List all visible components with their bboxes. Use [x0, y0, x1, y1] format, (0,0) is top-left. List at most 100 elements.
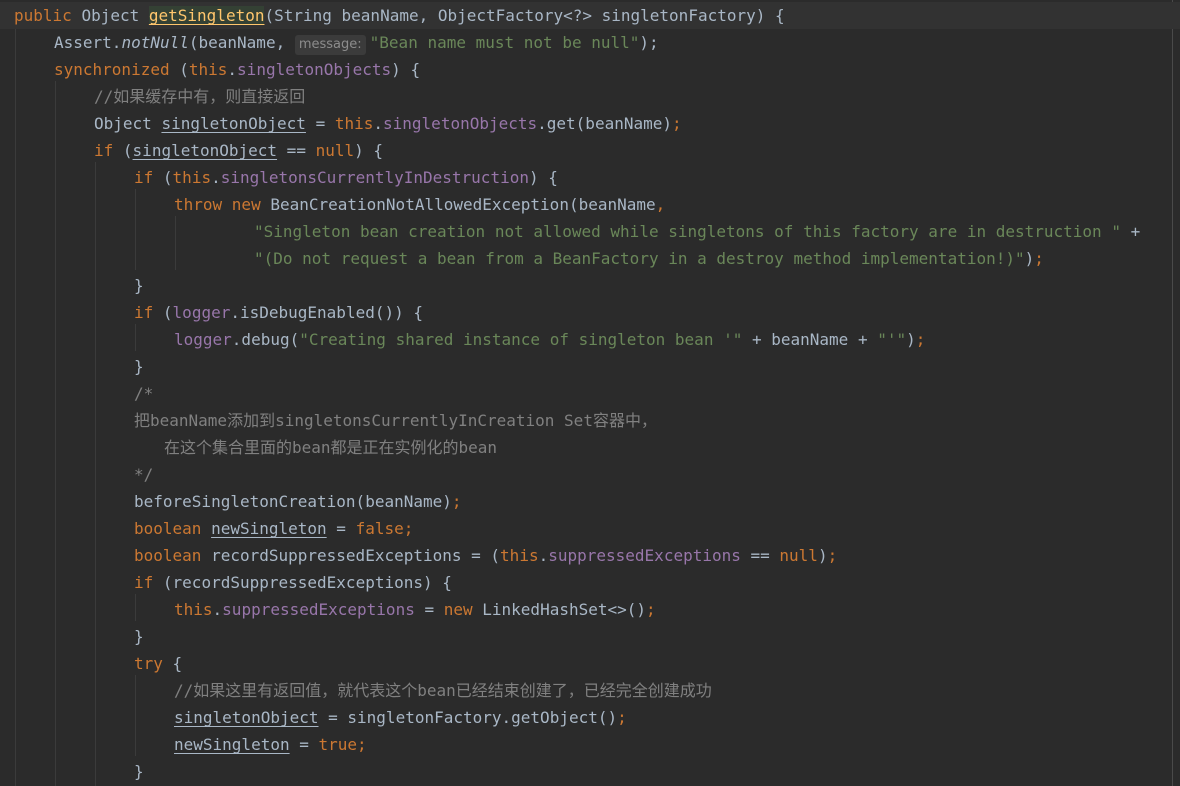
code-line[interactable]: singletonObject = singletonFactory.getOb…	[174, 704, 627, 731]
code-comment-line[interactable]: //如果缓存中有，则直接返回	[94, 83, 305, 110]
code-token: public	[14, 6, 82, 25]
code-token: Object	[94, 114, 162, 133]
code-token: =	[414, 600, 444, 619]
code-line[interactable]: boolean newSingleton = false;	[134, 515, 413, 542]
code-token: //如果缓存中有，则直接返回	[94, 87, 306, 106]
code-token: /*	[134, 384, 154, 403]
code-token: boolean	[134, 546, 212, 565]
indent-guide	[135, 675, 136, 756]
code-token: suppressedExceptions	[222, 600, 415, 619]
code-token: if	[94, 141, 123, 160]
code-line[interactable]: }	[134, 758, 144, 785]
code-token: .	[211, 168, 221, 187]
code-token: throw	[174, 195, 232, 214]
code-token: notNull	[121, 33, 189, 52]
code-token: singletonObject	[161, 114, 306, 133]
code-token: ;	[672, 114, 682, 133]
code-line[interactable]: throw new BeanCreationNotAllowedExceptio…	[174, 191, 665, 218]
code-token: (	[179, 60, 189, 79]
code-token: newSingleton	[211, 519, 327, 538]
code-token: (String beanName, ObjectFactory<?> singl…	[264, 6, 785, 25]
code-token: ;	[1034, 249, 1044, 268]
code-line[interactable]: "(Do not request a bean from a BeanFacto…	[254, 245, 1044, 272]
indent-guide	[135, 324, 136, 351]
code-token: .	[538, 546, 549, 565]
code-token: getSingleton	[148, 6, 265, 25]
code-token: ,	[655, 195, 666, 214]
code-token: }	[134, 276, 144, 295]
code-token: true	[318, 735, 358, 754]
code-line[interactable]: logger.debug("Creating shared instance o…	[174, 326, 925, 353]
code-token: false	[355, 519, 404, 538]
code-line[interactable]: }	[134, 272, 144, 299]
code-token: try	[134, 654, 173, 673]
code-token: newSingleton	[174, 735, 290, 754]
code-token: singletonObject	[174, 708, 319, 727]
code-token: singletonObjects	[383, 114, 538, 133]
code-token: (	[162, 168, 173, 187]
code-line[interactable]: synchronized (this.singletonObjects) {	[54, 56, 420, 83]
code-editor[interactable]: public Object getSingleton(String beanNa…	[0, 0, 1180, 786]
code-token: )	[1024, 249, 1035, 268]
code-token: =	[326, 519, 356, 538]
code-token: .	[373, 114, 384, 133]
code-token: ;	[915, 330, 926, 349]
code-token: =	[289, 735, 319, 754]
code-comment-line[interactable]: //如果这里有返回值，就代表这个bean已经结束创建了，已经完全创建成功	[174, 677, 712, 704]
code-comment-line[interactable]: 把beanName添加到singletonsCurrentlyInCreatio…	[134, 407, 657, 434]
code-line[interactable]: if (logger.isDebugEnabled()) {	[134, 299, 423, 326]
code-token: Assert.	[54, 33, 122, 52]
code-token: ==	[277, 141, 316, 160]
code-token: }	[134, 762, 144, 781]
code-token: .get(beanName)	[537, 114, 672, 133]
code-token: "(Do not request a bean from a BeanFacto…	[254, 249, 1025, 268]
indent-guide	[135, 189, 136, 270]
code-token: (recordSuppressedExceptions) {	[162, 573, 452, 592]
code-line[interactable]: "Singleton bean creation not allowed whi…	[254, 218, 1140, 245]
code-token: }	[134, 627, 144, 646]
code-line[interactable]: if (this.singletonsCurrentlyInDestructio…	[134, 164, 558, 191]
code-line[interactable]: public Object getSingleton(String beanNa…	[0, 2, 1180, 29]
code-token: null	[315, 141, 355, 160]
code-line[interactable]: Assert.notNull(beanName, message: "Bean n…	[54, 29, 659, 56]
code-token: logger	[174, 330, 232, 349]
code-token: ;	[617, 708, 627, 727]
code-token: boolean	[134, 519, 212, 538]
code-line[interactable]: newSingleton = true;	[174, 731, 367, 758]
code-line[interactable]: if (recordSuppressedExceptions) {	[134, 569, 452, 596]
code-comment-line[interactable]: 在这个集合里面的bean都是正在实例化的bean	[164, 434, 497, 461]
code-token: ;	[403, 519, 414, 538]
code-token: "Singleton bean creation not allowed whi…	[254, 222, 1121, 241]
code-line[interactable]: this.suppressedExceptions = new LinkedHa…	[174, 596, 656, 623]
code-token: this	[188, 60, 228, 79]
code-token: logger	[172, 303, 231, 322]
code-line[interactable]: boolean recordSuppressedExceptions = (th…	[134, 542, 837, 569]
code-token: null	[779, 546, 818, 565]
code-token: LinkedHashSet<>()	[482, 600, 647, 619]
code-token: this	[500, 546, 539, 565]
code-line[interactable]: beforeSingletonCreation(beanName);	[134, 488, 462, 515]
code-token: ) {	[354, 141, 384, 160]
code-token: "Bean name must not be null"	[369, 33, 640, 52]
code-token: (	[122, 141, 133, 160]
code-line[interactable]: }	[134, 353, 144, 380]
code-line[interactable]: try {	[134, 650, 182, 677]
code-token: .	[227, 60, 238, 79]
code-token: new	[231, 195, 271, 214]
code-token: suppressedExceptions	[548, 546, 741, 565]
code-comment-line[interactable]: */	[134, 461, 153, 488]
code-comment-line[interactable]: /*	[134, 380, 153, 407]
right-margin-guide	[1172, 0, 1173, 786]
code-token: {	[172, 654, 183, 673]
code-token: if	[134, 168, 163, 187]
code-token: + beanName +	[742, 330, 878, 349]
indent-guide	[15, 27, 16, 786]
code-token: (	[162, 303, 173, 322]
code-line[interactable]: }	[134, 623, 144, 650]
code-token: .	[212, 600, 223, 619]
parameter-hint: message:	[294, 35, 366, 55]
code-line[interactable]: if (singletonObject == null) {	[94, 137, 383, 164]
code-line[interactable]: Object singletonObject = this.singletonO…	[94, 110, 682, 137]
code-token: = singletonFactory.getObject()	[318, 708, 618, 727]
code-token: ) {	[528, 168, 558, 187]
